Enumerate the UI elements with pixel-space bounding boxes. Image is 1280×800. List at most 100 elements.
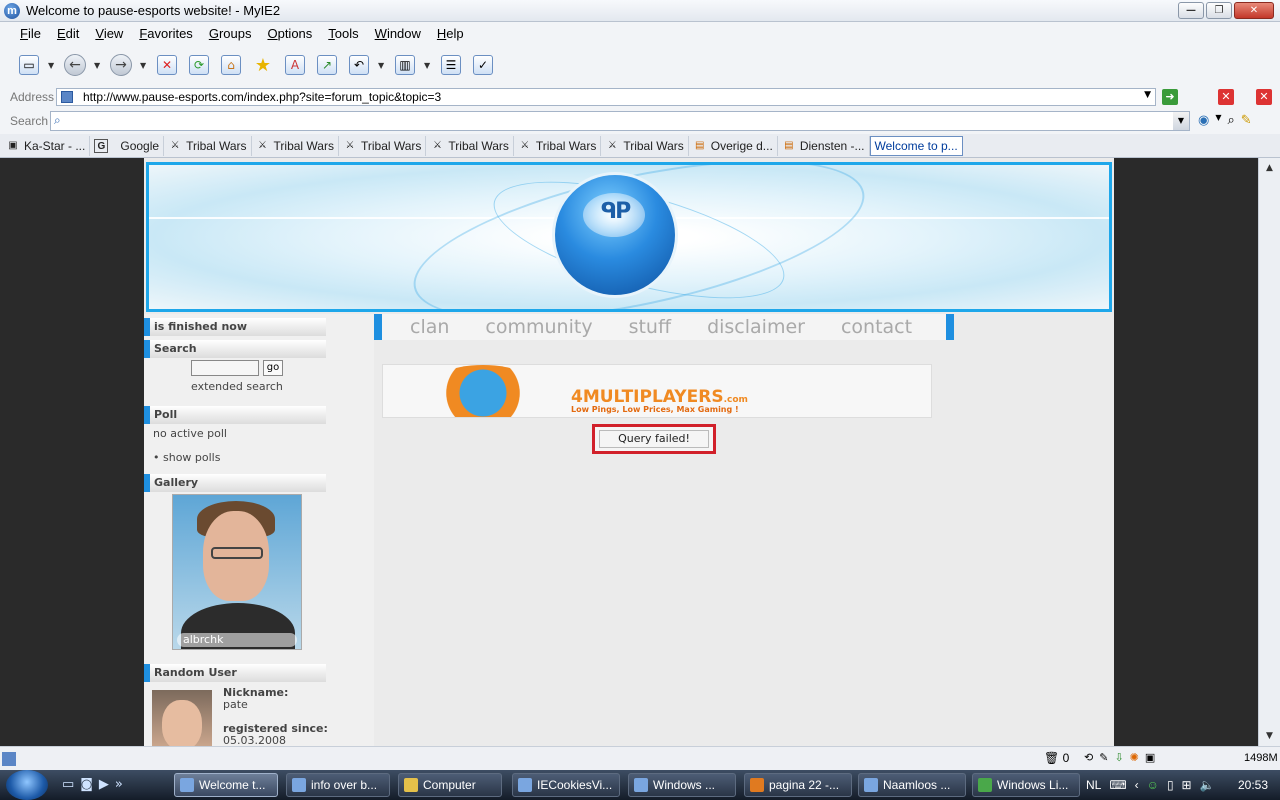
search-engine-dropdown-icon[interactable]: ▼ [1215,113,1221,128]
download-icon[interactable]: ⇩ [1114,751,1123,764]
refresh-icon[interactable]: ⟳ [186,52,212,78]
keyboard-icon[interactable]: ⌨ [1109,778,1126,792]
nav-disclaimer[interactable]: disclaimer [707,316,805,338]
google-icon: G [94,138,109,153]
menu-options[interactable]: Options [267,26,312,41]
site-search-go-button[interactable]: go [263,360,283,376]
tab-tribal-wars-5[interactable]: ⚔ Tribal Wars [514,135,602,156]
tab-tribal-wars-1[interactable]: ⚔ Tribal Wars [164,135,252,156]
menu-window[interactable]: Window [375,26,421,41]
task-windows-live[interactable]: Windows Li... [972,773,1080,797]
forward-dropdown-icon[interactable]: ▼ [140,61,148,70]
close-button[interactable]: ✕ [1234,2,1274,19]
taskbar: ▭ ◙ ▶ » Welcome t... info over b... Comp… [0,770,1280,800]
clock[interactable]: 20:53 [1238,778,1268,792]
media-player-icon[interactable]: ▶ [99,777,109,792]
minimize-button[interactable]: — [1178,2,1204,19]
settings-gear-icon[interactable]: ✺ [1130,751,1139,764]
start-button[interactable] [6,770,48,800]
back-dropdown-icon[interactable]: ▼ [94,61,102,70]
search-engine-icon[interactable]: ◉ [1198,113,1209,128]
network-icon[interactable]: ⊞ [1182,778,1192,792]
highlight-icon[interactable]: ✎ [1241,113,1252,128]
nickname-value[interactable]: pate [223,698,248,711]
close-tab-icon[interactable]: ✕ [1218,89,1234,105]
search-input[interactable]: ⌕ ▼ [50,111,1190,131]
language-indicator[interactable]: NL [1086,778,1101,792]
menu-view[interactable]: View [95,26,123,41]
pause-logo[interactable]: ᑫP [555,175,675,295]
task-welcome[interactable]: Welcome t... [174,773,278,797]
undo-close-icon[interactable]: ↶ [346,52,372,78]
tab-diensten[interactable]: ▤ Diensten -... [778,135,870,156]
extended-search-link[interactable]: extended search [191,380,283,393]
menu-tools[interactable]: Tools [328,26,358,41]
popup-icon[interactable]: ▣ [1145,751,1155,764]
favorites-star-icon[interactable]: ★ [250,52,276,78]
random-user-avatar[interactable] [152,690,212,746]
show-polls-link[interactable]: • show polls [153,451,220,464]
messenger-icon[interactable]: ☺ [1147,778,1159,792]
menu-file[interactable]: File [20,26,41,41]
cleaner-icon[interactable]: ✎ [1099,751,1108,764]
nav-contact[interactable]: contact [841,316,912,338]
new-page-icon[interactable]: ▭ [16,52,42,78]
tab-tribal-wars-2[interactable]: ⚔ Tribal Wars [252,135,339,156]
device-icon[interactable]: ▯ [1167,778,1174,792]
address-url[interactable]: http://www.pause-esports.com/index.php?s… [83,90,441,104]
tab-tribal-wars-4[interactable]: ⚔ Tribal Wars [426,135,514,156]
go-arrow-icon[interactable]: ➜ [1162,89,1178,105]
scroll-up-icon[interactable]: ▲ [1261,160,1278,176]
task-info[interactable]: info over b... [286,773,390,797]
tab-ka-star[interactable]: ▣ Ka-Star - ... [2,135,91,156]
new-dropdown-icon[interactable]: ▼ [48,61,56,70]
quick-launch-more-icon[interactable]: » [115,777,123,792]
close-all-icon[interactable]: ✕ [1256,89,1272,105]
back-icon[interactable]: ← [62,52,88,78]
advertisement-banner[interactable]: 4MULTIPLAYERS.com Low Pings, Low Prices,… [382,364,932,418]
myie2-quick-icon[interactable]: ◙ [80,777,93,792]
address-input[interactable]: http://www.pause-esports.com/index.php?s… [56,88,1156,106]
tab-overige[interactable]: ▤ Overige d... [689,135,778,156]
gallery-photo[interactable]: albrchk [172,494,302,650]
home-icon[interactable]: ⌂ [218,52,244,78]
task-windows-1[interactable]: Windows ... [628,773,736,797]
search-dropdown-icon[interactable]: ▼ [1173,112,1189,130]
scroll-down-icon[interactable]: ▼ [1261,728,1278,744]
menu-edit[interactable]: Edit [57,26,79,41]
panel-icon[interactable]: ☰ [438,52,464,78]
myie2-app-icon[interactable]: m [4,3,20,19]
forward-icon[interactable]: → [108,52,134,78]
tab-tribal-wars-6[interactable]: ⚔ Tribal Wars [601,135,689,156]
show-desktop-icon[interactable]: ▭ [62,777,74,792]
nav-community[interactable]: community [485,316,592,338]
news-heading[interactable]: is finished now [144,318,326,336]
tile-windows-icon[interactable]: ▥ [392,52,418,78]
vertical-scrollbar[interactable]: ▲ ▼ [1258,158,1280,746]
tray-expand-icon[interactable]: ‹ [1135,778,1139,792]
translate-icon[interactable]: A [282,52,308,78]
task-naamloos[interactable]: Naamloos ... [858,773,966,797]
sync-icon[interactable]: ⟲ [1084,751,1093,764]
task-iecookies[interactable]: IECookiesVi... [512,773,620,797]
nav-clan[interactable]: clan [410,316,449,338]
address-dropdown-icon[interactable]: ▼ [1144,90,1151,100]
menu-help[interactable]: Help [437,26,464,41]
open-window-icon[interactable]: ↗ [314,52,340,78]
menu-groups[interactable]: Groups [209,26,252,41]
task-computer[interactable]: Computer [398,773,502,797]
tab-welcome[interactable]: Welcome to p... [869,135,963,156]
volume-icon[interactable]: 🔈 [1200,778,1215,792]
site-search-input[interactable] [191,360,259,376]
stop-icon[interactable]: ✕ [154,52,180,78]
tab-tribal-wars-3[interactable]: ⚔ Tribal Wars [339,135,427,156]
task-pagina[interactable]: pagina 22 -... [744,773,852,797]
menu-favorites[interactable]: Favorites [139,26,192,41]
tile-dropdown-icon[interactable]: ▼ [424,61,432,70]
find-icon[interactable]: ⌕ [1228,113,1235,128]
tab-google[interactable]: G Google [90,135,165,156]
undo-dropdown-icon[interactable]: ▼ [378,61,386,70]
maximize-button[interactable]: ❐ [1206,2,1232,19]
checklist-icon[interactable]: ✓ [470,52,496,78]
nav-stuff[interactable]: stuff [629,316,671,338]
